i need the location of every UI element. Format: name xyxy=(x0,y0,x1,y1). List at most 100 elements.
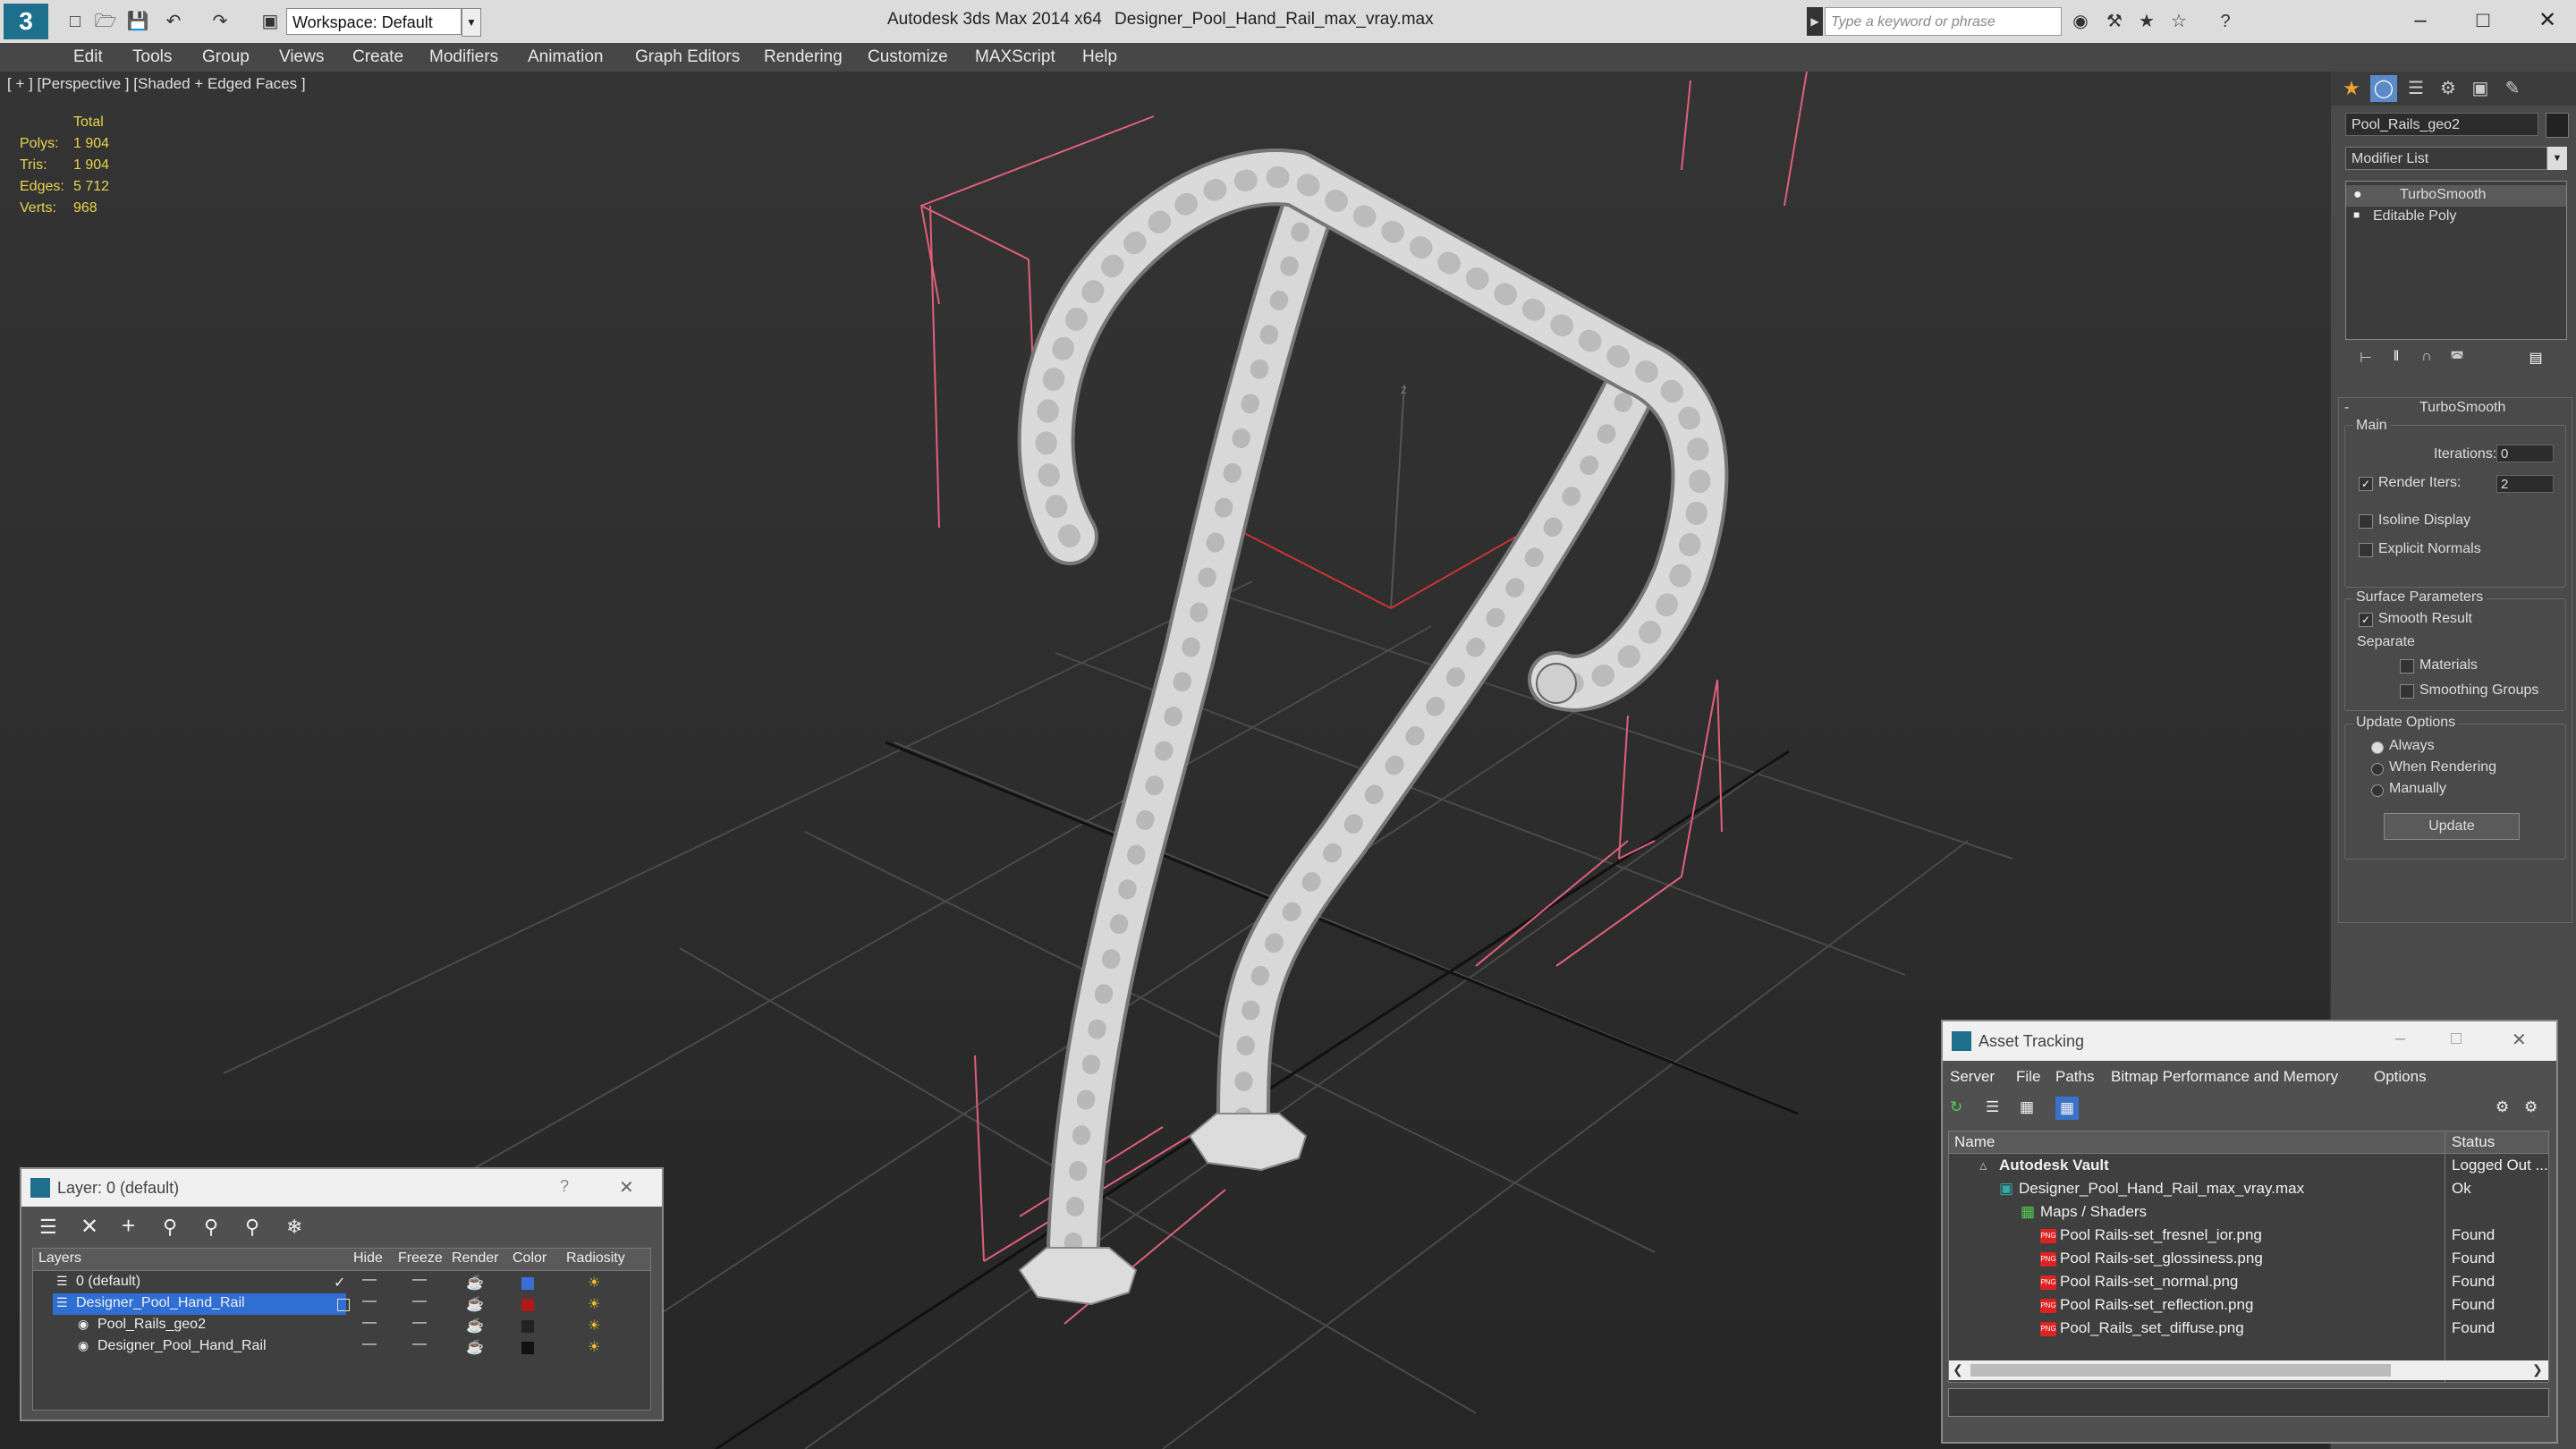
pin-stack-icon[interactable]: ⊢ xyxy=(2354,349,2377,370)
menu-customize[interactable]: Customize xyxy=(868,43,948,72)
col-name[interactable]: Name xyxy=(1954,1133,1995,1151)
hide-toggle[interactable]: — xyxy=(362,1336,377,1352)
hide-toggle[interactable]: — xyxy=(362,1293,377,1309)
asset-row[interactable]: PNG Pool Rails-set_fresnel_ior.png Found xyxy=(1949,1224,2548,1248)
menu-maxscript[interactable]: MAXScript xyxy=(975,43,1055,72)
hide-all-icon[interactable]: ⚲ xyxy=(245,1216,259,1239)
menu-views[interactable]: Views xyxy=(279,43,324,72)
asset-menu-file[interactable]: File xyxy=(2016,1068,2040,1086)
object-name[interactable]: Pool_Rails_geo2 xyxy=(97,1317,206,1333)
object-name[interactable]: Designer_Pool_Hand_Rail xyxy=(97,1338,267,1354)
radiosity-icon[interactable]: ☀ xyxy=(588,1295,600,1313)
asset-path-field[interactable] xyxy=(1948,1388,2549,1417)
menu-edit[interactable]: Edit xyxy=(73,43,103,72)
stack-item-editable-poly[interactable]: ■ Editable Poly xyxy=(2346,207,2566,228)
subscription-icon[interactable]: ⚒ xyxy=(2102,9,2127,34)
open-file-icon[interactable]: 🗁 xyxy=(93,9,118,34)
menu-tools[interactable]: Tools xyxy=(132,43,172,72)
render-iters-checkbox[interactable]: ✓ xyxy=(2359,477,2373,491)
tree-view-icon[interactable]: ▦ xyxy=(2020,1098,2034,1116)
materials-checkbox[interactable] xyxy=(2400,659,2414,674)
when-rendering-radio[interactable] xyxy=(2371,763,2384,775)
col-render[interactable]: Render xyxy=(452,1250,498,1267)
menu-graph-editors[interactable]: Graph Editors xyxy=(635,43,740,72)
update-button[interactable]: Update xyxy=(2384,813,2520,840)
hide-toggle[interactable]: — xyxy=(362,1272,377,1288)
list-view-icon[interactable]: ☰ xyxy=(1986,1098,1999,1116)
help-icon[interactable]: ? xyxy=(560,1177,569,1196)
explicit-normals-checkbox[interactable] xyxy=(2359,543,2373,557)
layer-name[interactable]: 0 (default) xyxy=(76,1274,140,1290)
col-layers[interactable]: Layers xyxy=(38,1250,81,1267)
asset-menu-server[interactable]: Server xyxy=(1950,1068,1995,1086)
table-view-icon[interactable]: ▦ xyxy=(2055,1097,2079,1120)
layer-row[interactable]: ☰ 0 (default) ✓ — — ☕ ☀ xyxy=(33,1272,650,1293)
render-teapot-icon[interactable]: ☕ xyxy=(466,1317,484,1335)
freeze-toggle[interactable]: — xyxy=(412,1272,427,1288)
add-to-layer-icon[interactable]: + xyxy=(122,1212,135,1240)
remove-modifier-icon[interactable]: ◚ xyxy=(2445,349,2469,370)
object-color-swatch[interactable] xyxy=(2546,113,2569,138)
communication-center-icon[interactable]: ★ xyxy=(2134,9,2159,34)
modifier-list-arrow-icon[interactable]: ▼ xyxy=(2547,147,2567,170)
current-layer-box[interactable] xyxy=(337,1299,350,1311)
col-freeze[interactable]: Freeze xyxy=(398,1250,443,1267)
layer-color-swatch[interactable] xyxy=(521,1299,534,1311)
close-icon[interactable]: ✕ xyxy=(2521,4,2574,38)
redo-icon[interactable]: ↷ xyxy=(208,9,233,34)
menu-group[interactable]: Group xyxy=(202,43,250,72)
new-file-icon[interactable]: □ xyxy=(63,9,88,34)
always-radio[interactable] xyxy=(2371,741,2384,754)
hierarchy-tab-icon[interactable]: ☰ xyxy=(2402,75,2429,102)
menu-animation[interactable]: Animation xyxy=(528,43,604,72)
minimize-icon[interactable]: – xyxy=(2395,1029,2405,1049)
layer-dialog-header[interactable]: Layer: 0 (default) ? ✕ xyxy=(21,1169,662,1207)
manually-radio[interactable] xyxy=(2371,784,2384,797)
highlight-layer-icon[interactable]: ⚲ xyxy=(204,1216,218,1239)
display-tab-icon[interactable]: ▣ xyxy=(2467,75,2494,102)
workspace-dropdown-arrow-icon[interactable]: ▼ xyxy=(462,8,481,37)
radiosity-icon[interactable]: ☀ xyxy=(588,1338,600,1356)
isoline-display-checkbox[interactable] xyxy=(2359,514,2373,529)
layer-row[interactable]: ◉ Pool_Rails_geo2 — — ☕ ☀ xyxy=(33,1315,650,1336)
freeze-toggle[interactable]: — xyxy=(412,1315,427,1331)
smooth-result-checkbox[interactable]: ✓ xyxy=(2359,613,2373,627)
viewport-label[interactable]: [ + ] [Perspective ] [Shaded + Edged Fac… xyxy=(7,75,306,93)
object-name-field[interactable]: Pool_Rails_geo2 xyxy=(2345,113,2538,136)
close-icon[interactable]: ✕ xyxy=(2512,1029,2527,1051)
delete-layer-icon[interactable]: ✕ xyxy=(80,1214,98,1240)
rollout-collapse-icon[interactable]: - xyxy=(2344,400,2349,416)
create-tab-icon[interactable]: ★ xyxy=(2338,75,2365,102)
render-teapot-icon[interactable]: ☕ xyxy=(466,1274,484,1292)
rollout-title[interactable]: TurboSmooth xyxy=(2419,400,2505,416)
render-teapot-icon[interactable]: ☕ xyxy=(466,1295,484,1313)
object-color-swatch[interactable] xyxy=(521,1342,534,1354)
minimize-icon[interactable]: – xyxy=(2394,4,2447,38)
save-file-icon[interactable]: 💾 xyxy=(125,9,150,34)
current-layer-check-icon[interactable]: ✓ xyxy=(334,1274,345,1292)
asset-row[interactable]: PNG Pool_Rails_set_diffuse.png Found xyxy=(1949,1318,2548,1341)
refresh-icon[interactable]: ↻ xyxy=(1950,1098,1962,1116)
search-input[interactable]: Type a keyword or phrase xyxy=(1825,7,2062,36)
scroll-left-icon[interactable]: ❮ xyxy=(1953,1362,1963,1377)
asset-row[interactable]: PNG Pool Rails-set_normal.png Found xyxy=(1949,1271,2548,1294)
radiosity-icon[interactable]: ☀ xyxy=(588,1317,600,1335)
maximize-icon[interactable]: □ xyxy=(2451,1029,2462,1049)
stack-item-turbosmooth[interactable]: ● TurboSmooth xyxy=(2346,185,2566,207)
asset-menu-options[interactable]: Options xyxy=(2374,1068,2427,1086)
search-expand-icon[interactable]: ▶ xyxy=(1807,7,1823,36)
layer-row[interactable]: ◉ Designer_Pool_Hand_Rail — — ☕ ☀ xyxy=(33,1336,650,1358)
project-folder-icon[interactable]: ▣ xyxy=(258,9,283,34)
render-iters-spinner[interactable]: 2 xyxy=(2496,475,2554,493)
freeze-toggle[interactable]: — xyxy=(412,1293,427,1309)
asset-row[interactable]: PNG Pool Rails-set_glossiness.png Found xyxy=(1949,1248,2548,1271)
object-color-swatch[interactable] xyxy=(521,1320,534,1333)
asset-menu-bitmap[interactable]: Bitmap Performance and Memory xyxy=(2111,1068,2338,1086)
scroll-thumb[interactable] xyxy=(1970,1364,2391,1377)
lightbulb-icon[interactable]: ● xyxy=(2353,187,2362,203)
binoculars-icon[interactable]: ◉ xyxy=(2068,9,2093,34)
asset-row[interactable]: ▣ Designer_Pool_Hand_Rail_max_vray.max O… xyxy=(1949,1178,2548,1201)
vault-logout-icon[interactable]: ⚙ xyxy=(2524,1098,2538,1116)
close-icon[interactable]: ✕ xyxy=(619,1176,634,1199)
vault-login-icon[interactable]: ⚙ xyxy=(2496,1098,2509,1116)
